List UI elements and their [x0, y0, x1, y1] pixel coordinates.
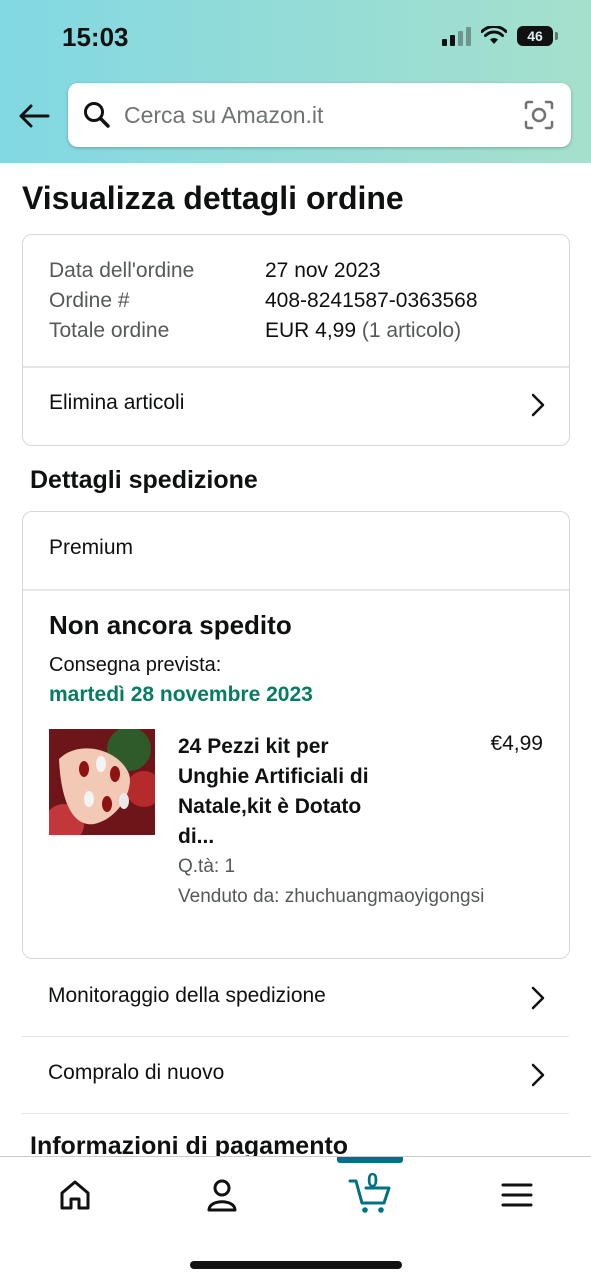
active-tab-indicator	[337, 1157, 403, 1163]
nail-kit-product-photo	[49, 729, 155, 835]
delete-items-label[interactable]: Elimina articoli	[49, 391, 184, 415]
order-item-count: (1 articolo)	[361, 319, 462, 342]
cellular-signal-icon	[442, 26, 471, 46]
status-icons: 46	[442, 26, 558, 46]
order-date-value: 27 nov 2023	[265, 259, 381, 282]
search-icon	[84, 102, 110, 128]
product-price: €4,99	[490, 732, 543, 755]
track-shipment-row[interactable]: Monitoraggio della spedizione	[22, 960, 569, 1037]
order-total-amount: EUR 4,99	[265, 319, 357, 342]
menu-icon[interactable]	[497, 1175, 537, 1215]
account-icon[interactable]	[202, 1175, 242, 1215]
order-number-value: 408-8241587-0363568	[265, 289, 478, 312]
cart-count-badge: 0	[367, 1170, 379, 1192]
order-total-value: EUR 4,99 (1 articolo)	[265, 319, 461, 343]
shipping-section-title: Dettagli spedizione	[30, 466, 258, 494]
chevron-right-icon	[531, 393, 545, 417]
delivery-label: Consegna prevista:	[49, 654, 222, 676]
order-date-label: Data dell'ordine	[49, 259, 195, 282]
shipping-service: Premium	[49, 536, 134, 559]
divider	[23, 589, 569, 591]
search-bar[interactable]: Cerca su Amazon.it	[68, 83, 571, 147]
camera-scan-icon[interactable]	[523, 99, 555, 131]
product-seller: Venduto da: zhuchuangmaoyigongsi	[178, 886, 485, 907]
search-placeholder[interactable]: Cerca su Amazon.it	[124, 102, 323, 129]
track-shipment-label[interactable]: Monitoraggio della spedizione	[48, 984, 326, 1008]
home-icon[interactable]	[55, 1175, 95, 1215]
bottom-navigation: 0	[0, 1156, 591, 1281]
buy-again-label[interactable]: Compralo di nuovo	[48, 1061, 224, 1085]
buy-again-row[interactable]: Compralo di nuovo	[22, 1037, 569, 1114]
page-title: Visualizza dettagli ordine	[22, 180, 404, 216]
status-time: 15:03	[62, 22, 129, 52]
delivery-date: martedì 28 novembre 2023	[49, 683, 313, 706]
order-summary-card: Data dell'ordine 27 nov 2023 Ordine # 40…	[22, 234, 570, 446]
product-title-line[interactable]: di...	[178, 822, 418, 852]
back-arrow-icon[interactable]	[16, 98, 52, 134]
top-bar: 15:03 46 Cerca su Amazon.it	[0, 0, 591, 163]
order-total-label: Totale ordine	[49, 319, 170, 342]
shipment-card: Premium Non ancora spedito Consegna prev…	[22, 511, 570, 959]
chevron-right-icon	[531, 986, 545, 1010]
home-indicator	[190, 1261, 402, 1269]
delete-items-row[interactable]: Elimina articoli	[23, 367, 569, 443]
chevron-right-icon	[531, 1063, 545, 1087]
product-title-line[interactable]: 24 Pezzi kit per	[178, 732, 418, 762]
product-quantity: Q.tà: 1	[178, 856, 236, 877]
product-title[interactable]: 24 Pezzi kit per Unghie Artificiali di N…	[178, 732, 418, 852]
wifi-icon	[481, 26, 507, 44]
product-title-line[interactable]: Natale,kit è Dotato	[178, 792, 418, 822]
battery-icon: 46	[517, 26, 558, 46]
product-image[interactable]	[49, 729, 155, 835]
product-title-line[interactable]: Unghie Artificiali di	[178, 762, 418, 792]
shipment-status: Non ancora spedito	[49, 610, 292, 640]
order-number-label: Ordine #	[49, 289, 130, 312]
